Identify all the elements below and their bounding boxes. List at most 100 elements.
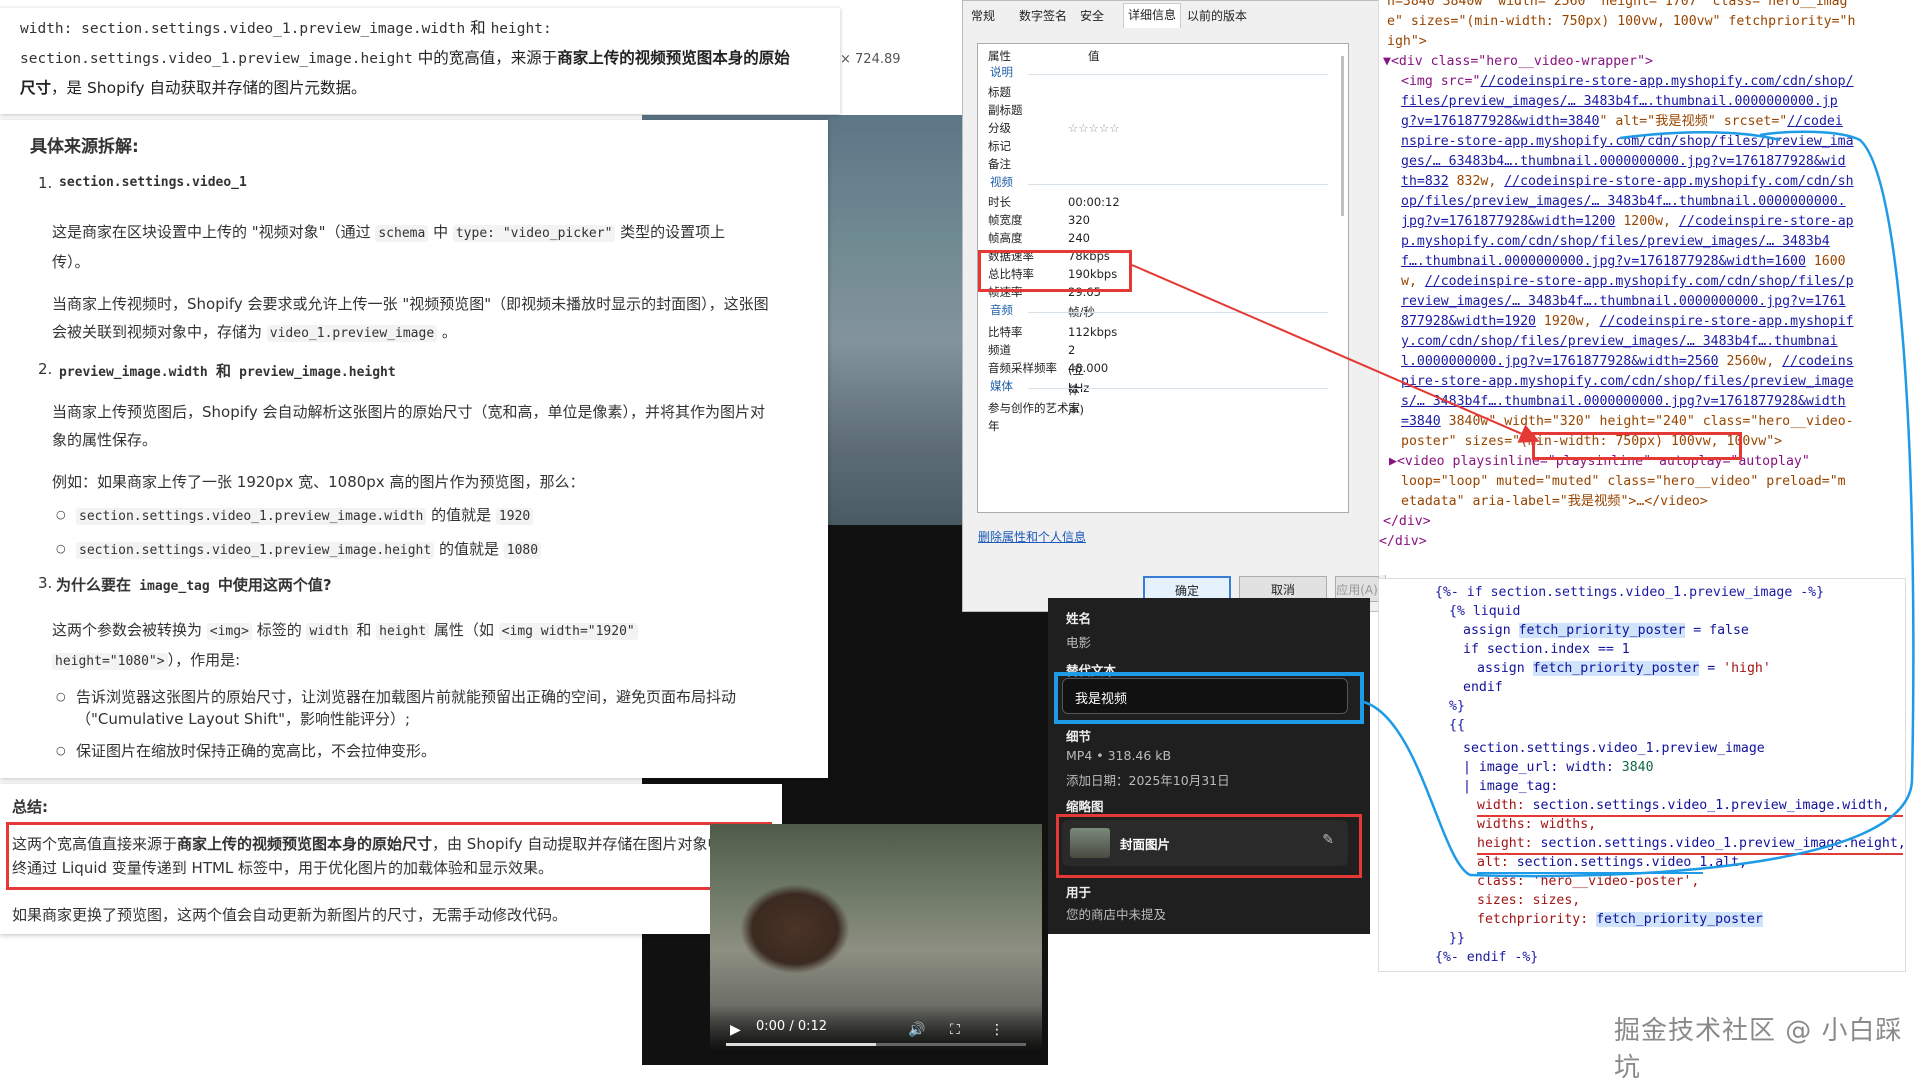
para-text: 这两个参数会被转换为 [52, 621, 207, 639]
code-link[interactable]: p.myshopify.com/cdn/shop/files/preview_i… [1401, 232, 1830, 253]
video-player[interactable]: ▶ 0:00 / 0:12 🔊 ⛶ ⋮ [710, 824, 1042, 1054]
code-line[interactable]: ▼<div class="hero__video-wrapper"> [1383, 52, 1653, 73]
code-link[interactable]: //codeinspire-store-app.myshopify.com/cd… [1480, 74, 1853, 89]
para-text: 类型的设置项上 [615, 223, 726, 241]
code-text: = [1699, 661, 1724, 676]
tab-signatures[interactable]: 数字签名 [1019, 7, 1067, 24]
code-link[interactable]: jpg?v=1761877928&width=1200 [1401, 214, 1615, 229]
tab-previous-versions[interactable]: 以前的版本 [1187, 7, 1247, 24]
inline-code: section.settings.video_1.preview_image.h… [76, 542, 435, 559]
inline-code: type: "video_picker" [452, 225, 616, 242]
section-audio: 音频 [990, 303, 1013, 317]
code-var: fetch_priority_poster [1596, 912, 1763, 927]
tab-general[interactable]: 常规 [971, 7, 995, 24]
prop-title: 标题 [988, 85, 1011, 99]
code-link[interactable]: review_images/… 3483b4f….thumbnail.00000… [1401, 292, 1846, 313]
code-link[interactable]: //codeins [1782, 354, 1853, 369]
prop-channels: 频道 2 (立体声) [988, 340, 1084, 417]
code-link[interactable]: //codeinspire-store-app.myshopify.com/cd… [1504, 174, 1853, 189]
code-link[interactable]: //codeinspire-store-app.myshopify.com/cd… [1425, 274, 1854, 289]
excerpt-code: width: section.settings.video_1.preview_… [20, 21, 466, 37]
para-text: 。 [437, 323, 457, 341]
excerpt-text: 和 [465, 19, 491, 37]
code-attr: 1200w, [1615, 214, 1679, 229]
code-attr: class="hero__video- [1694, 414, 1854, 429]
code-link[interactable]: =3840 [1401, 414, 1441, 429]
code-text: = false [1685, 623, 1749, 638]
inline-code: width [306, 623, 352, 640]
code-link[interactable]: pire-store-app.myshopify.com/cdn/shop/fi… [1401, 372, 1854, 393]
code-link[interactable]: 877928&width=1920 [1401, 314, 1536, 329]
para-text: 标签的 [251, 621, 307, 639]
item-title: preview_image.width [59, 365, 208, 380]
code-link[interactable]: g?v=1761877928&width=3840 [1401, 114, 1600, 129]
summary-text: 如果商家更换了预览图，这两个值会自动更新为新图片的尺寸，无需手动修改代码。 [12, 906, 568, 924]
watermark: 掘金技术社区 @ 小白踩坑 [1614, 1016, 1903, 1083]
para-text: 的值就是 [434, 540, 504, 558]
column-header-value[interactable]: 值 [1088, 46, 1100, 66]
list-item: 保证图片在缩放时保持正确的宽高比，不会拉伸变形。 [56, 740, 436, 762]
code-key: fetchpriority: [1477, 912, 1597, 927]
code-link[interactable]: //codei [1787, 114, 1843, 129]
list-item: section.settings.video_1.preview_image.w… [56, 504, 534, 528]
code-line: %} [1449, 699, 1465, 714]
code-key: height: [1477, 836, 1541, 851]
liquid-source-panel: {%- if section.settings.video_1.preview_… [1378, 578, 1906, 972]
code-link[interactable]: f….thumbnail.0000000000.jpg?v=1761877928… [1401, 254, 1806, 269]
excerpt-text: ，是 Shopify 自动获取并存储的图片元数据。 [51, 79, 367, 97]
image-resolution-label: × 724.89 [840, 52, 901, 67]
code-line: {%- if section.settings.video_1.preview_… [1435, 585, 1825, 600]
code-link[interactable]: nspire-store-app.myshopify.com/cdn/shop/… [1401, 132, 1854, 153]
code-line: widths: widths, [1477, 817, 1597, 832]
code-link[interactable]: ges/… 63483b4….thumbnail.0000000000.jpg?… [1401, 152, 1846, 173]
excerpt-text: 中的宽高值，来源于 [412, 49, 558, 67]
remove-properties-link[interactable]: 删除属性和个人信息 [978, 528, 1086, 545]
section-video: 视频 [990, 175, 1013, 189]
code-attr: 832w, [1448, 174, 1505, 189]
column-header-property[interactable]: 属性 [988, 46, 1011, 66]
code-link[interactable]: y.com/cdn/shop/files/preview_images/… 34… [1401, 332, 1838, 353]
volume-icon[interactable]: 🔊 [908, 1022, 925, 1038]
item-title: preview_image.height [239, 365, 396, 380]
list-number: 1. [38, 174, 53, 192]
devtools-elements-panel: n=3840 3840w" width="2560" height="1707"… [1378, 0, 1920, 575]
rating-stars[interactable]: ☆☆☆☆☆ [1068, 118, 1120, 138]
code-link[interactable]: //codeinspire-store-ap [1679, 214, 1854, 229]
fullscreen-icon[interactable]: ⛶ [950, 1022, 960, 1038]
inline-code: <img width="1920" [498, 623, 638, 640]
prop-label: 帧高度 [988, 231, 1023, 245]
para-text: 中 [428, 223, 453, 241]
scrollbar[interactable] [1341, 56, 1344, 216]
prop-duration: 时长 00:00:12 [988, 192, 1120, 212]
code-link[interactable]: s/… 3483b4f….thumbnail.0000000000.jpg?v=… [1401, 392, 1846, 413]
prop-frame-width: 帧宽度 320 [988, 210, 1090, 230]
play-icon[interactable]: ▶ [730, 1022, 741, 1038]
code-attr: 1600 [1805, 254, 1846, 269]
excerpt-card: width: section.settings.video_1.preview_… [0, 8, 840, 114]
more-options-icon[interactable]: ⋮ [990, 1022, 1004, 1038]
thumbnail-highlight-box [1056, 814, 1362, 878]
prop-tags: 标记 [988, 139, 1011, 153]
code-link[interactable]: l.0000000000.jpg?v=1761877928&width=2560 [1401, 354, 1719, 369]
code-link[interactable]: //codeinspire-store-app.myshopif [1600, 314, 1854, 329]
para-text: 告诉浏览器这张图片的原始尺寸，让浏览器在加载图片前就能预留出正确的空间，避免页面… [76, 688, 737, 706]
inline-code: 1920 [495, 508, 534, 525]
code-link[interactable]: files/preview_images/… 3483b4f….thumbnai… [1401, 92, 1838, 113]
file-properties-dialog: 常规 数字签名 安全 详细信息 以前的版本 属性 值 说明 标题 副标题 分级 … [962, 0, 1386, 612]
excerpt-bold: 尺寸 [20, 79, 52, 97]
para-text: （"Cumulative Layout Shift"，影响性能评分）; [76, 710, 411, 728]
item-title-text: 为什么要在 [56, 576, 137, 594]
inline-code: video_1.preview_image [266, 325, 438, 342]
para-text: 例如：如果商家上传了一张 1920px 宽、1080px 高的图片作为预览图，那… [52, 473, 585, 491]
video-progress-bar[interactable] [726, 1043, 1026, 1046]
code-keyword: assign [1477, 661, 1533, 676]
width-height-highlight-box [1532, 432, 1742, 460]
tab-details[interactable]: 详细信息 [1123, 3, 1182, 28]
excerpt-code: section.settings.video_1.preview_image.h… [20, 51, 413, 67]
width-height-attrs: width="320" height="240" [1504, 414, 1695, 429]
code-link[interactable]: op/files/preview_images/… 3483b4f….thumb… [1401, 192, 1846, 213]
code-link[interactable]: th=832 [1401, 174, 1449, 189]
section-description: 说明 [990, 65, 1013, 79]
tab-security[interactable]: 安全 [1080, 7, 1104, 24]
code-line: }} [1449, 931, 1465, 946]
